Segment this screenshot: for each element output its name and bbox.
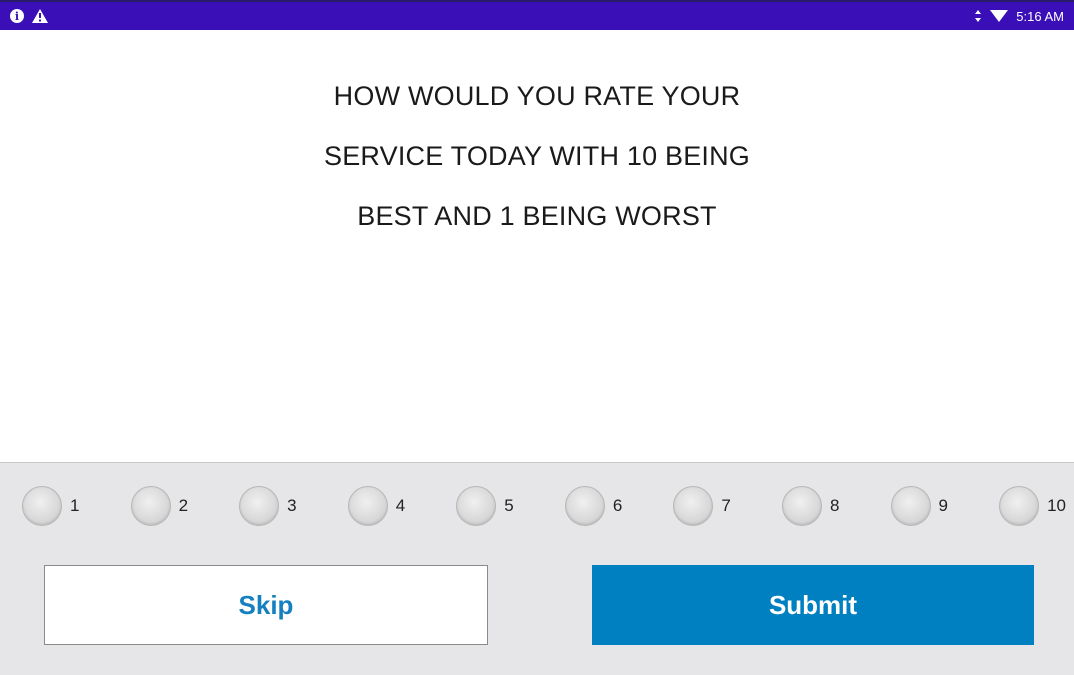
radio-label: 1 bbox=[70, 496, 80, 515]
radio-label: 3 bbox=[287, 496, 297, 515]
question-line-1: HOW WOULD YOU RATE YOUR bbox=[333, 81, 741, 111]
radio-label: 7 bbox=[721, 496, 731, 515]
radio-button[interactable] bbox=[890, 486, 931, 526]
skip-button[interactable]: Skip bbox=[44, 565, 488, 645]
bottom-panel: 1 2 3 4 5 6 7 8 9 10 Skip Submit bbox=[0, 462, 1074, 675]
status-left: i bbox=[10, 9, 48, 23]
question-line-2: SERVICE TODAY WITH 10 BEING bbox=[323, 141, 751, 171]
rating-option-7[interactable]: 7 bbox=[673, 486, 731, 526]
radio-button[interactable] bbox=[456, 486, 497, 526]
radio-label: 10 bbox=[1047, 496, 1066, 515]
radio-button[interactable] bbox=[130, 486, 171, 526]
rating-option-2[interactable]: 2 bbox=[130, 486, 189, 526]
rating-option-9[interactable]: 9 bbox=[890, 486, 948, 526]
rating-option-3[interactable]: 3 bbox=[239, 486, 297, 526]
rating-option-8[interactable]: 8 bbox=[781, 486, 840, 526]
rating-option-4[interactable]: 4 bbox=[347, 486, 406, 526]
content-area: HOW WOULD YOU RATE YOUR SERVICE TODAY WI… bbox=[0, 30, 1074, 462]
rating-option-10[interactable]: 10 bbox=[999, 486, 1066, 526]
radio-button[interactable] bbox=[999, 486, 1040, 526]
rating-option-1[interactable]: 1 bbox=[22, 486, 79, 526]
radio-label: 8 bbox=[829, 496, 840, 515]
radio-button[interactable] bbox=[239, 486, 280, 526]
rating-option-5[interactable]: 5 bbox=[456, 486, 514, 526]
radio-button[interactable] bbox=[347, 486, 388, 526]
status-right: 5:16 AM bbox=[974, 9, 1064, 24]
info-icon: i bbox=[10, 9, 24, 23]
rating-radio-group: 1 2 3 4 5 6 7 8 9 10 bbox=[22, 483, 1066, 529]
radio-label: 5 bbox=[504, 496, 514, 515]
survey-question: HOW WOULD YOU RATE YOUR SERVICE TODAY WI… bbox=[0, 66, 1074, 246]
warning-icon bbox=[32, 9, 48, 23]
submit-button[interactable]: Submit bbox=[592, 565, 1034, 645]
data-arrows-icon bbox=[975, 10, 982, 22]
status-time: 5:16 AM bbox=[1016, 8, 1064, 24]
radio-label: 9 bbox=[938, 496, 948, 515]
radio-label: 6 bbox=[612, 496, 623, 515]
question-line-3: BEST AND 1 BEING WORST bbox=[357, 201, 717, 231]
wifi-icon bbox=[990, 10, 1009, 22]
rating-option-6[interactable]: 6 bbox=[564, 486, 623, 526]
radio-button[interactable] bbox=[564, 486, 605, 526]
status-bar: i 5:16 AM bbox=[0, 0, 1074, 30]
radio-button[interactable] bbox=[673, 486, 714, 526]
radio-label: 4 bbox=[395, 496, 406, 515]
radio-button[interactable] bbox=[781, 486, 822, 526]
radio-button[interactable] bbox=[22, 486, 62, 526]
radio-label: 2 bbox=[178, 496, 189, 515]
